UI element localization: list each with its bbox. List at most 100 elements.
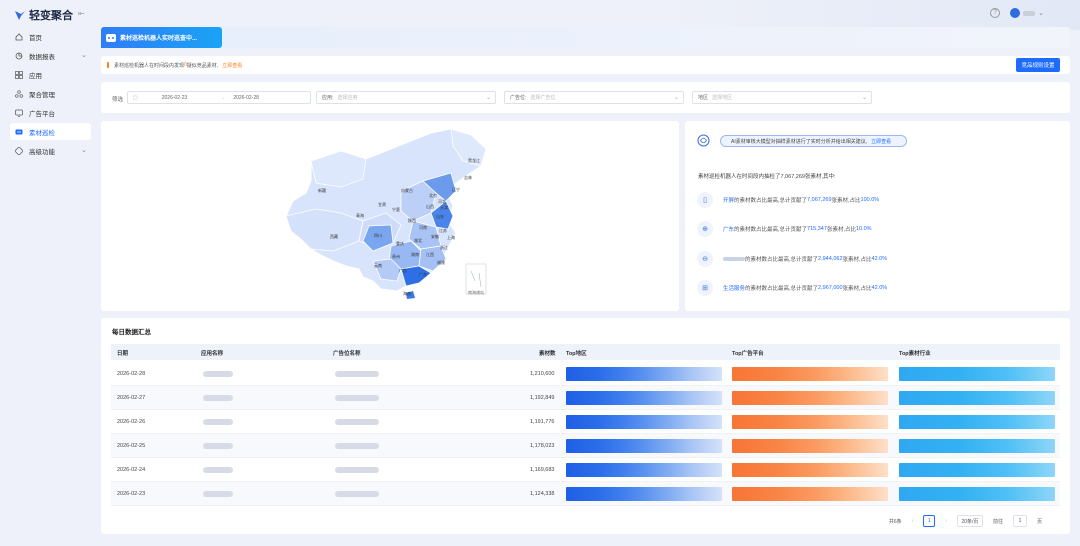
ad-slot-select[interactable]: 广告位: 选择广告位 ⌄ xyxy=(504,91,684,104)
sidebar-item-ad-platform[interactable]: 广告平台 xyxy=(10,104,91,121)
insight-tail: 张素材,占比 xyxy=(826,227,856,233)
insight-subject: 开屏 xyxy=(723,198,735,204)
cell-ad-slot-redacted xyxy=(335,491,379,497)
header-top-platform: Top广告平台 xyxy=(732,351,764,357)
cell-count: 1,124,338 xyxy=(530,491,555,497)
top-industry-bar[interactable] xyxy=(899,439,1055,453)
top-platform-bar[interactable] xyxy=(732,367,888,381)
cell-date: 2026-02-27 xyxy=(117,395,146,401)
cell-app-redacted xyxy=(203,371,233,377)
sidebar-item-label: 高级功能 xyxy=(29,148,55,156)
ad-slot-placeholder: 选择广告位 xyxy=(530,95,556,101)
warning-marker-icon xyxy=(107,62,109,68)
top-region-bar[interactable] xyxy=(566,439,722,453)
cell-date: 2026-02-23 xyxy=(117,491,146,497)
cluster-icon xyxy=(15,89,23,98)
sidebar-item-reports[interactable]: 数据报表 ⌄ xyxy=(10,47,91,64)
cell-ad-slot-redacted xyxy=(335,419,379,425)
filter-bar: 筛选 ▢ 2026-02-23 → 2026-02-28 应用: 选择应用 ⌄ … xyxy=(101,82,1070,113)
table-row[interactable]: 2026-02-23 1,124,338 xyxy=(111,482,1060,506)
header-ad-slot: 广告位名称 xyxy=(333,351,361,357)
ai-bubble: AI素材审核大模型对抽样素材进行了实时分析并给出相关建议, 立即查看 xyxy=(720,135,907,147)
top-industry-bar[interactable] xyxy=(899,415,1055,429)
cell-ad-slot-redacted xyxy=(335,467,379,473)
map-label-shanxi: 山西 xyxy=(426,204,434,209)
region-select[interactable]: 地区 选择地区 ⌄ xyxy=(692,91,872,104)
map-label-fujian: 福建 xyxy=(437,260,445,265)
table-row[interactable]: 2026-02-28 1,210,600 xyxy=(111,362,1060,386)
insight-percent: 100.0% xyxy=(860,197,880,203)
inspection-banner: 素材巡检机器人实时巡查中... xyxy=(101,27,1070,48)
top-industry-bar[interactable] xyxy=(899,487,1055,501)
sidebar-item-inspection[interactable]: 素材巡检 xyxy=(10,123,91,140)
china-map[interactable] xyxy=(101,121,679,311)
notice-view-link[interactable]: 立即查看 xyxy=(222,62,242,69)
top-region-bar[interactable] xyxy=(566,487,722,501)
collapse-sidebar-icon[interactable]: ⇤ xyxy=(78,9,85,18)
chevron-down-icon: ⌄ xyxy=(1038,10,1044,17)
top-industry-bar[interactable] xyxy=(899,463,1055,477)
goto-page-input[interactable]: 1 xyxy=(1012,515,1027,527)
ai-view-link[interactable]: 立即查看 xyxy=(871,138,891,145)
top-platform-bar[interactable] xyxy=(732,487,888,501)
cell-ad-slot-redacted xyxy=(335,395,379,401)
top-industry-bar[interactable] xyxy=(899,367,1055,381)
top-platform-bar[interactable] xyxy=(732,463,888,477)
header-count: 素材数 xyxy=(539,351,556,357)
top-industry-bar[interactable] xyxy=(899,391,1055,405)
competitor-rules-button[interactable]: 竞品规则设置 xyxy=(1016,58,1060,72)
cell-app-redacted xyxy=(203,395,233,401)
user-name-redacted xyxy=(1023,10,1036,16)
top-region-bar[interactable] xyxy=(566,391,722,405)
map-label-liaoning: 辽宁 xyxy=(452,187,460,192)
table-row[interactable]: 2026-02-26 1,191,776 xyxy=(111,410,1060,434)
sidebar-item-aggregation[interactable]: 聚合管理 xyxy=(10,85,91,102)
date-range-picker[interactable]: ▢ 2026-02-23 → 2026-02-28 xyxy=(127,91,311,104)
top-region-bar[interactable] xyxy=(566,367,722,381)
app-filter-label: 应用: xyxy=(322,95,334,101)
top-platform-bar[interactable] xyxy=(732,439,888,453)
top-region-bar[interactable] xyxy=(566,415,722,429)
cell-app-redacted xyxy=(203,467,233,473)
map-label-xinjiang: 新疆 xyxy=(318,188,326,193)
header-date: 日期 xyxy=(117,351,129,357)
chevron-left-icon[interactable]: ‹ xyxy=(912,518,914,524)
cell-count: 1,192,849 xyxy=(530,395,555,401)
help-icon[interactable]: ? xyxy=(990,8,1001,18)
user-menu[interactable]: ⌄ xyxy=(1010,8,1044,18)
top-platform-bar[interactable] xyxy=(732,391,888,405)
map-label-tianjin: 天津 xyxy=(440,205,448,210)
top-region-bar[interactable] xyxy=(566,463,722,477)
chevron-down-icon: ⌄ xyxy=(81,147,87,154)
app-name: 轻变聚合 xyxy=(29,10,73,22)
table-row[interactable]: 2026-02-27 1,192,849 xyxy=(111,386,1060,410)
sidebar-item-home[interactable]: 首页 xyxy=(10,28,91,45)
map-label-yunnan: 云南 xyxy=(374,263,382,268)
cell-ad-slot-redacted xyxy=(335,371,379,377)
map-label-henan: 河南 xyxy=(419,225,427,230)
page-button[interactable]: 1 xyxy=(923,515,936,527)
sidebar-item-apps[interactable]: 应用 xyxy=(10,66,91,83)
top-platform-bar[interactable] xyxy=(732,415,888,429)
insight-percent: 10.0% xyxy=(855,226,872,232)
sidebar-item-advanced[interactable]: 高级功能 ⌄ xyxy=(10,142,91,159)
ai-model-icon xyxy=(697,134,710,147)
chevron-right-icon[interactable]: › xyxy=(945,518,947,524)
insight-count: 2,944,062 xyxy=(818,256,843,262)
chevron-down-icon: ⌄ xyxy=(861,95,867,101)
sidebar-item-label: 首页 xyxy=(29,34,42,42)
map-label-jilin: 吉林 xyxy=(464,175,472,180)
arrow-right-icon: → xyxy=(220,94,226,101)
daily-summary-panel: 每日数据汇总 日期 应用名称 广告位名称 素材数 Top地区 Top广告平台 T… xyxy=(101,318,1070,534)
calendar-icon: ▢ xyxy=(133,94,138,101)
table-row[interactable]: 2026-02-25 1,178,023 xyxy=(111,434,1060,458)
cell-date: 2026-02-26 xyxy=(117,419,146,425)
filter-label: 筛选 xyxy=(112,97,124,103)
table-row[interactable]: 2026-02-24 1,169,683 xyxy=(111,458,1060,482)
insight-mid: 的素材数占比最高,总计贡献了 xyxy=(734,227,808,233)
insight-count: 2,967,000 xyxy=(818,285,843,291)
map-inset-label: 南海诸岛 xyxy=(468,290,484,295)
app-logo[interactable]: 轻变聚合 xyxy=(14,7,73,23)
app-select[interactable]: 应用: 选择应用 ⌄ xyxy=(316,91,496,104)
page-size-select[interactable]: 20条/页 xyxy=(956,515,983,527)
